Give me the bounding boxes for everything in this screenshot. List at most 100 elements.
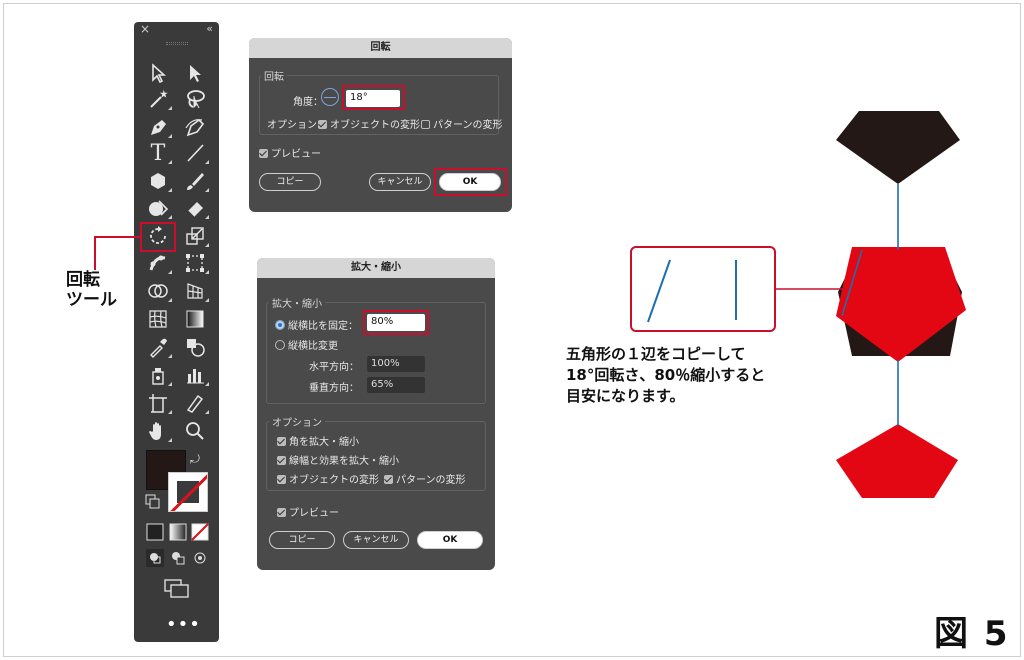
zoom-tool-icon[interactable] bbox=[180, 418, 210, 444]
paintbrush-tool-icon[interactable] bbox=[180, 168, 210, 194]
panel-header: × « bbox=[134, 22, 219, 38]
gradient-tool-icon[interactable] bbox=[180, 306, 210, 332]
curvature-tool-icon[interactable] bbox=[180, 114, 210, 140]
selection-tool-icon[interactable] bbox=[143, 60, 173, 86]
checkbox-label: 線幅と効果を拡大・縮小 bbox=[289, 456, 399, 467]
transform-objects-checkbox[interactable]: オブジェクトの変形 bbox=[318, 116, 420, 131]
radio-label: 縦横比変更 bbox=[288, 341, 338, 352]
checkbox-icon bbox=[421, 120, 430, 129]
checkbox-icon bbox=[384, 475, 393, 484]
callout-line-vertical bbox=[94, 236, 96, 270]
draw-normal-icon[interactable] bbox=[146, 549, 164, 567]
note-line1: 五角形の１辺をコピーして bbox=[566, 345, 746, 363]
cancel-button[interactable]: キャンセル bbox=[343, 531, 409, 549]
stroke-swatch[interactable] bbox=[168, 472, 208, 512]
scale-dialog: 拡大・縮小 拡大・縮小 縦横比を固定： 80% 縦横比変更 水平方向： 100%… bbox=[257, 258, 495, 570]
horizontal-input[interactable]: 100% bbox=[367, 356, 425, 372]
radio-icon bbox=[275, 320, 285, 330]
uniform-highlight bbox=[363, 310, 429, 335]
panel-grip[interactable] bbox=[166, 42, 188, 45]
slice-tool-icon[interactable] bbox=[180, 390, 210, 416]
gradient-mode-icon[interactable] bbox=[169, 523, 187, 541]
checkbox-icon bbox=[277, 437, 286, 446]
checkbox-icon bbox=[277, 475, 286, 484]
checkbox-icon bbox=[259, 149, 268, 158]
draw-inside-icon[interactable] bbox=[191, 549, 209, 567]
angle-dial-icon[interactable] bbox=[321, 88, 339, 106]
transform-objects-checkbox[interactable]: オブジェクトの変形 bbox=[277, 471, 379, 486]
type-tool-icon[interactable]: T bbox=[143, 140, 173, 166]
direct-selection-tool-icon[interactable] bbox=[180, 60, 210, 86]
zoom-rotated-edge bbox=[647, 259, 671, 323]
shaper-tool-icon[interactable] bbox=[143, 195, 173, 221]
blend-tool-icon[interactable] bbox=[180, 334, 210, 360]
none-mode-icon[interactable] bbox=[191, 523, 209, 541]
line-segment-tool-icon[interactable] bbox=[180, 140, 210, 166]
polygon-tool-icon[interactable] bbox=[143, 168, 173, 194]
rotate-tool-highlight bbox=[140, 222, 176, 252]
vertical-label: 垂直方向： bbox=[309, 383, 359, 394]
scale-tool-icon[interactable] bbox=[180, 223, 210, 249]
dialog-title: 回転 bbox=[249, 38, 512, 58]
note-line2: 18°回転さ、80％縮小すると bbox=[566, 366, 766, 384]
checkbox-label: プレビュー bbox=[289, 508, 339, 519]
transform-patterns-checkbox[interactable]: パターンの変形 bbox=[421, 116, 503, 131]
artboard-tool-icon[interactable] bbox=[143, 390, 173, 416]
uniform-radio[interactable]: 縦横比を固定： bbox=[275, 317, 358, 332]
pen-tool-icon[interactable] bbox=[143, 114, 173, 140]
radio-icon bbox=[275, 340, 285, 350]
default-colors-icon[interactable] bbox=[145, 494, 163, 512]
close-icon[interactable]: × bbox=[140, 22, 150, 36]
checkbox-label: 角を拡大・縮小 bbox=[289, 437, 359, 448]
eyedropper-tool-icon[interactable] bbox=[143, 334, 173, 360]
copy-button[interactable]: コピー bbox=[259, 173, 321, 191]
rotate-dialog: 回転 回転 角度： 18° オプション： オブジェクトの変形 パターンの変形 プ… bbox=[249, 38, 512, 212]
checkbox-label: パターンの変形 bbox=[396, 475, 466, 486]
instruction-note: 五角形の１辺をコピーして 18°回転さ、80％縮小すると 目安になります。 bbox=[566, 344, 765, 407]
magic-wand-tool-icon[interactable] bbox=[143, 86, 173, 112]
nonuniform-radio[interactable]: 縦横比変更 bbox=[275, 337, 338, 352]
transform-patterns-checkbox[interactable]: パターンの変形 bbox=[384, 471, 466, 486]
scale-strokes-checkbox[interactable]: 線幅と効果を拡大・縮小 bbox=[277, 452, 399, 467]
draw-behind-icon[interactable] bbox=[169, 549, 187, 567]
preview-checkbox[interactable]: プレビュー bbox=[277, 504, 339, 519]
perspective-grid-tool-icon[interactable] bbox=[180, 278, 210, 304]
vertical-input[interactable]: 65% bbox=[367, 377, 425, 393]
shape-builder-tool-icon[interactable] bbox=[143, 278, 173, 304]
preview-checkbox[interactable]: プレビュー bbox=[259, 145, 321, 160]
collapse-icon[interactable]: « bbox=[206, 22, 213, 35]
angle-label: 角度： bbox=[293, 97, 323, 108]
rotate-tool-callout: 回転 ツール bbox=[66, 270, 117, 310]
zoom-callout-box bbox=[630, 246, 776, 332]
color-mode-icon[interactable] bbox=[146, 523, 164, 541]
swap-fill-stroke-icon[interactable]: ⤾ bbox=[190, 452, 208, 470]
screen-mode-icon[interactable] bbox=[164, 579, 190, 599]
ok-highlight bbox=[434, 168, 507, 196]
figure-label: 図 5 bbox=[934, 614, 1010, 654]
lasso-tool-icon[interactable] bbox=[180, 86, 210, 112]
group-label: 回転 bbox=[261, 68, 287, 83]
group-label: 拡大・縮小 bbox=[269, 295, 325, 310]
column-graph-tool-icon[interactable] bbox=[180, 362, 210, 388]
cancel-button[interactable]: キャンセル bbox=[369, 173, 431, 191]
horizontal-label: 水平方向： bbox=[309, 362, 359, 373]
checkbox-label: オブジェクトの変形 bbox=[289, 475, 379, 486]
group-label: オプション bbox=[269, 414, 325, 429]
checkbox-label: プレビュー bbox=[271, 149, 321, 160]
scale-corners-checkbox[interactable]: 角を拡大・縮小 bbox=[277, 433, 359, 448]
radio-label: 縦横比を固定： bbox=[288, 321, 358, 332]
mesh-tool-icon[interactable] bbox=[143, 306, 173, 332]
ok-button[interactable]: OK bbox=[417, 531, 483, 549]
callout-line bbox=[94, 236, 140, 238]
checkbox-icon bbox=[277, 456, 286, 465]
puppet-warp-tool-icon[interactable] bbox=[143, 250, 173, 276]
free-transform-tool-icon[interactable] bbox=[180, 250, 210, 276]
edit-toolbar-icon[interactable]: ••• bbox=[166, 614, 201, 635]
callout-line1: 回転 bbox=[66, 270, 100, 290]
hand-tool-icon[interactable] bbox=[143, 418, 173, 444]
symbol-sprayer-tool-icon[interactable] bbox=[143, 362, 173, 388]
checkbox-icon bbox=[318, 120, 327, 129]
note-line3: 目安になります。 bbox=[566, 387, 685, 405]
eraser-tool-icon[interactable] bbox=[180, 195, 210, 221]
copy-button[interactable]: コピー bbox=[269, 531, 335, 549]
